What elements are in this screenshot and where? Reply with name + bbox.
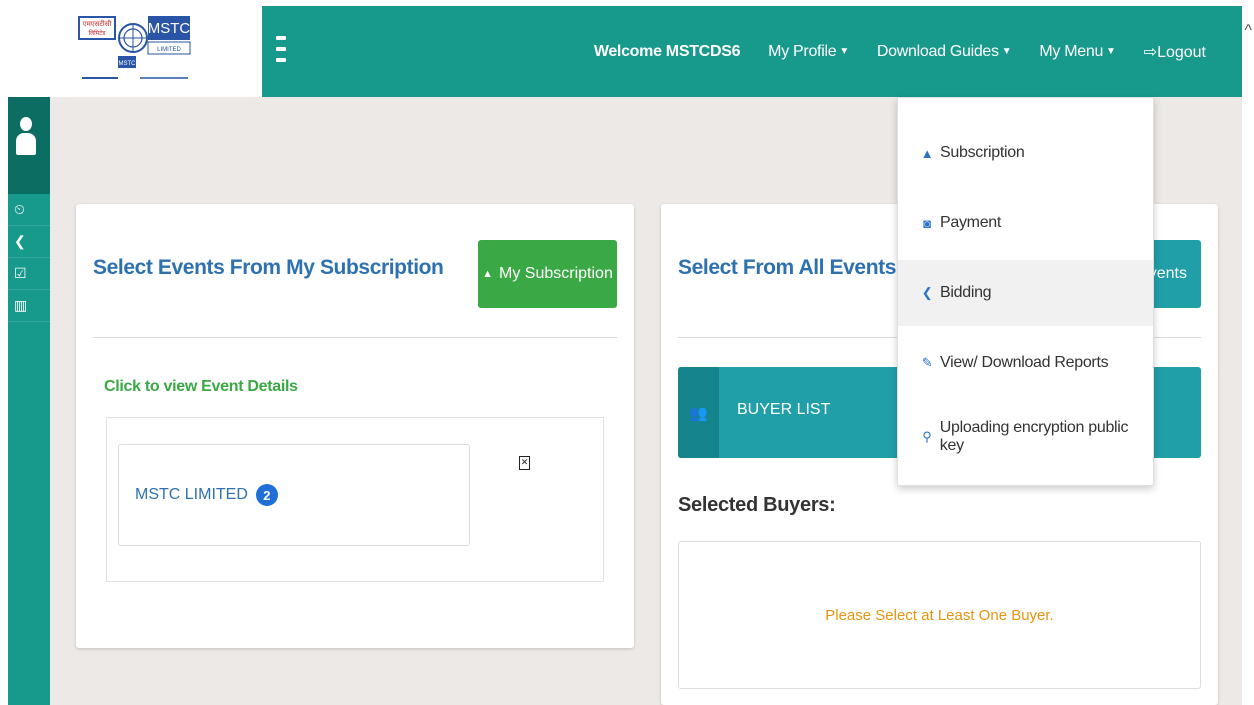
mstc-logo[interactable]: एमएसटीसी लिमिटेड MSTC LIMITED MSTC	[78, 6, 198, 92]
checkbox-icon: ☑	[14, 265, 27, 281]
menu-item-bidding[interactable]: ❮ Bidding	[898, 260, 1153, 326]
close-icon[interactable]: ✕	[519, 456, 530, 470]
menu-item-payment[interactable]: ◙ Payment	[898, 190, 1153, 256]
payment-icon: ◙	[923, 215, 931, 231]
key-icon: ⚲	[922, 429, 932, 444]
svg-text:MSTC: MSTC	[119, 61, 137, 67]
divider	[93, 337, 617, 338]
event-item[interactable]: MSTC LIMITED 2	[118, 444, 470, 546]
my-subscription-button[interactable]: ▲ My Subscription	[478, 240, 617, 308]
logout-link[interactable]: ⇨Logout	[1144, 42, 1206, 62]
svg-text:MSTC: MSTC	[148, 20, 191, 37]
user-avatar[interactable]	[8, 97, 50, 194]
top-navbar: Welcome MSTCDS6 My Profile ▼ Download Gui…	[262, 6, 1242, 97]
left-sidebar: ⏲ ❮ ☑ ▥	[8, 97, 50, 705]
edit-icon: ✎	[921, 355, 933, 370]
welcome-text: Welcome MSTCDS6	[593, 42, 741, 60]
users-icon: 👥	[678, 367, 719, 458]
event-details-label: Click to view Event Details	[104, 378, 298, 395]
gavel-icon: ❮	[921, 285, 933, 300]
dashboard-icon: ⏲	[14, 201, 25, 217]
sidebar-item-tasks[interactable]: ☑	[8, 258, 50, 290]
menu-item-reports[interactable]: ✎ View/ Download Reports	[898, 330, 1153, 396]
user-icon	[20, 117, 32, 131]
gavel-icon: ❮	[14, 233, 26, 249]
selected-buyers-box: Please Select at Least One Buyer.	[678, 541, 1201, 689]
caret-down-icon: ▼	[1106, 45, 1116, 57]
top-nav: Welcome MSTCDS6 My Profile ▼ Download Gui…	[594, 6, 1242, 97]
sidebar-item-reports[interactable]: ▥	[8, 290, 50, 322]
download-guides-dropdown: ▲ Subscription ◙ Payment ❮ Bidding ✎ Vie…	[897, 97, 1154, 486]
bell-icon: ▲	[482, 268, 494, 280]
event-list: MSTC LIMITED 2 ✕	[106, 417, 604, 582]
selected-buyers-heading: Selected Buyers:	[678, 494, 836, 516]
scroll-up-icon[interactable]: ^	[1244, 22, 1252, 40]
nav-my-profile[interactable]: My Profile ▼	[768, 43, 849, 61]
logo-area: एमएसटीसी लिमिटेड MSTC LIMITED MSTC	[0, 0, 262, 97]
chart-icon: ▥	[14, 297, 28, 313]
sidebar-item-bidding[interactable]: ❮	[8, 226, 50, 258]
sidebar-item-dashboard[interactable]: ⏲	[8, 194, 50, 226]
select-buyer-warning: Please Select at Least One Buyer.	[825, 606, 1054, 624]
caret-down-icon: ▼	[1001, 45, 1012, 57]
event-count-badge: 2	[255, 484, 278, 506]
subscription-card: Select Events From My Subscription ▲ My …	[76, 204, 634, 648]
buyer-list-label: BUYER LIST	[737, 401, 831, 418]
event-name: MSTC LIMITED	[135, 486, 248, 503]
hamburger-menu-icon[interactable]	[276, 36, 286, 62]
svg-text:लिमिटेड: लिमिटेड	[89, 29, 107, 37]
svg-text:एमएसटीसी: एमएसटीसी	[83, 19, 112, 28]
nav-my-menu[interactable]: My Menu ▼	[1039, 43, 1116, 61]
nav-download-guides[interactable]: Download Guides ▼	[877, 43, 1012, 61]
caret-down-icon: ▼	[839, 45, 849, 57]
menu-item-encryption-key[interactable]: ⚲ Uploading encryption public key	[898, 404, 1153, 470]
subscription-card-title: Select Events From My Subscription	[93, 256, 444, 279]
menu-item-subscription[interactable]: ▲ Subscription	[898, 120, 1153, 186]
all-events-card-title: Select From All Events	[678, 256, 896, 279]
bell-icon: ▲	[920, 145, 934, 161]
svg-text:LIMITED: LIMITED	[157, 47, 181, 53]
logout-icon: ⇨	[1143, 43, 1158, 61]
